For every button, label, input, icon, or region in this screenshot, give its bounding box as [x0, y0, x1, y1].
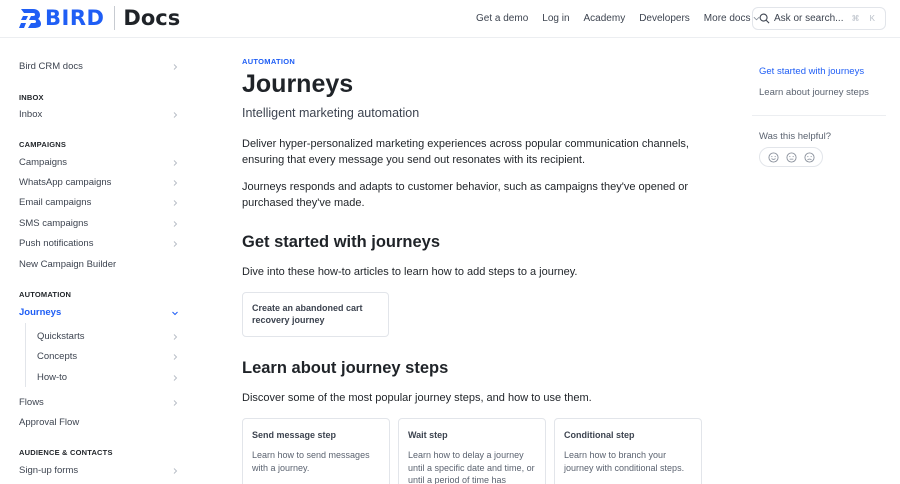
sidebar-heading-audience: AUDIENCE & CONTACTS [19, 448, 113, 457]
divider [752, 115, 886, 116]
card-title: Create an abandoned cart recovery journe… [252, 303, 363, 325]
sidebar-item-label: Approval Flow [19, 417, 80, 428]
chevron-right-icon [173, 240, 178, 247]
search-box[interactable]: Ask or search... ⌘ K [752, 7, 886, 30]
wait-step-card[interactable]: Wait step Learn how to delay a journey u… [398, 418, 546, 484]
chevron-down-icon [172, 311, 178, 315]
section-get-started-text: Dive into these how-to articles to learn… [242, 266, 578, 278]
chevron-right-icon [173, 111, 178, 118]
search-icon [759, 13, 770, 24]
chevron-right-icon [173, 159, 178, 166]
sidebar-item-flows[interactable]: Flows [19, 397, 179, 408]
card-description: Learn how to branch your journey with co… [564, 450, 685, 473]
abandoned-cart-card[interactable]: Create an abandoned cart recovery journe… [242, 292, 389, 337]
send-message-step-card[interactable]: Send message step Learn how to send mess… [242, 418, 390, 484]
sidebar-item-journeys[interactable]: Journeys [19, 307, 179, 318]
section-journey-steps-text: Discover some of the most popular journe… [242, 392, 592, 404]
sad-face-icon[interactable] [803, 151, 815, 163]
sidebar-item-whatsapp-campaigns[interactable]: WhatsApp campaigns [19, 177, 179, 188]
sidebar-item-label: Flows [19, 397, 44, 408]
sidebar-item-concepts[interactable]: Concepts [37, 351, 179, 362]
sidebar-item-label: Journeys [19, 307, 62, 318]
sidebar-item-label: Quickstarts [37, 331, 85, 342]
nav-log-in[interactable]: Log in [542, 13, 569, 24]
sidebar-item-label: New Campaign Builder [19, 259, 117, 270]
card-title: Conditional step [564, 430, 635, 440]
logo-divider [114, 6, 116, 30]
sidebar-item-label: How-to [37, 372, 68, 383]
sidebar-item-bird-crm-docs[interactable]: Bird CRM docs [19, 61, 179, 72]
sidebar-heading-campaigns: CAMPAIGNS [19, 140, 67, 149]
toc-item-journey-steps[interactable]: Learn about journey steps [759, 87, 869, 98]
top-nav: Get a demo Log in Academy Developers Mor… [476, 13, 774, 24]
section-heading-journey-steps: Learn about journey steps [242, 359, 449, 377]
chevron-right-icon [173, 374, 178, 381]
sidebar-item-label: SMS campaigns [19, 218, 89, 229]
chevron-right-icon [173, 179, 178, 186]
neutral-face-icon[interactable] [785, 151, 797, 163]
chevron-right-icon [173, 399, 178, 406]
subnav-rail [25, 323, 26, 387]
sidebar-item-label: Email campaigns [19, 197, 92, 208]
sidebar-item-label: Push notifications [19, 238, 94, 249]
sidebar-item-label: Concepts [37, 351, 78, 362]
more-docs-label: More docs [703, 13, 751, 24]
card-title: Wait step [408, 430, 448, 440]
sidebar-item-quickstarts[interactable]: Quickstarts [37, 331, 179, 342]
sidebar-item-sign-up-forms[interactable]: Sign-up forms [19, 465, 179, 476]
happy-face-icon[interactable] [767, 151, 779, 163]
chevron-right-icon [173, 467, 178, 474]
sidebar-item-how-to[interactable]: How-to [37, 372, 179, 383]
sidebar-item-label: WhatsApp campaigns [19, 177, 112, 188]
bird-logo-icon [19, 9, 41, 28]
chevron-right-icon [173, 220, 178, 227]
conditional-step-card[interactable]: Conditional step Learn how to branch you… [554, 418, 702, 484]
section-heading-get-started: Get started with journeys [242, 233, 441, 251]
chevron-right-icon [173, 199, 178, 206]
chevron-right-icon [173, 63, 178, 70]
search-shortcut: ⌘ K [851, 14, 879, 23]
sidebar-item-sms-campaigns[interactable]: SMS campaigns [19, 218, 179, 229]
sidebar-item-label: Inbox [19, 109, 43, 120]
chevron-right-icon [173, 333, 178, 340]
sidebar: Bird CRM docs INBOX Inbox CAMPAIGNS Camp… [0, 39, 190, 484]
card-description: Learn how to delay a journey until a spe… [408, 450, 535, 484]
page-subtitle: Intelligent marketing automation [242, 106, 420, 120]
sidebar-heading-automation: AUTOMATION [19, 290, 72, 299]
sidebar-heading-inbox: INBOX [19, 93, 44, 102]
sidebar-item-label: Bird CRM docs [19, 61, 83, 72]
nav-academy[interactable]: Academy [584, 13, 626, 24]
card-title: Send message step [252, 430, 337, 440]
sidebar-item-email-campaigns[interactable]: Email campaigns [19, 197, 179, 208]
feedback-widget [759, 147, 823, 167]
feedback-question: Was this helpful? [759, 131, 831, 142]
page-title: Journeys [242, 70, 354, 98]
toc-item-get-started[interactable]: Get started with journeys [759, 66, 864, 77]
logo[interactable]: BIRD Docs [19, 6, 180, 30]
nav-developers[interactable]: Developers [639, 13, 690, 24]
brand-name: BIRD [45, 6, 105, 30]
sidebar-item-approval-flow[interactable]: Approval Flow [19, 417, 179, 428]
search-placeholder: Ask or search... [774, 13, 844, 24]
section-name: Docs [123, 6, 181, 30]
chevron-right-icon [173, 353, 178, 360]
top-header: BIRD Docs Get a demo Log in Academy Deve… [0, 0, 900, 38]
intro-paragraph-2: Journeys responds and adapts to customer… [242, 181, 689, 209]
card-description: Learn how to send messages with a journe… [252, 450, 370, 473]
sidebar-item-new-campaign-builder[interactable]: New Campaign Builder [19, 259, 179, 270]
sidebar-item-campaigns[interactable]: Campaigns [19, 157, 179, 168]
sidebar-item-label: Sign-up forms [19, 465, 79, 476]
intro-paragraph: Deliver hyper-personalized marketing exp… [242, 138, 689, 166]
sidebar-item-push-notifications[interactable]: Push notifications [19, 238, 179, 249]
nav-get-demo[interactable]: Get a demo [476, 13, 528, 24]
sidebar-item-label: Campaigns [19, 157, 68, 168]
sidebar-item-inbox[interactable]: Inbox [19, 109, 179, 120]
breadcrumb[interactable]: AUTOMATION [242, 57, 295, 66]
